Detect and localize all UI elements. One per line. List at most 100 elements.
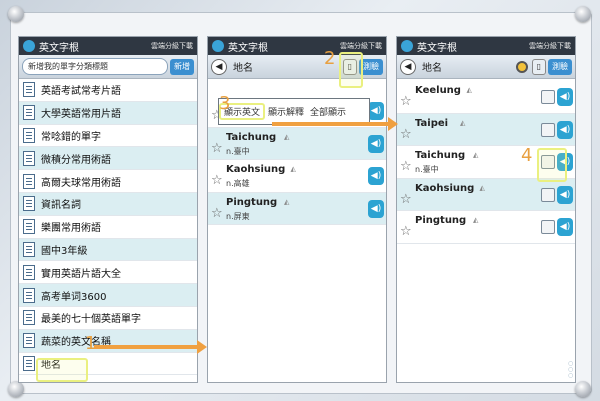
pin-icon [8, 381, 24, 397]
category-label: 最美的七十個英語單字 [41, 314, 141, 326]
star-icon[interactable]: ☆ [211, 142, 223, 155]
speaker-icon[interactable]: ◀) [368, 102, 384, 120]
document-icon [23, 333, 35, 349]
speaker-icon[interactable]: ◀) [557, 185, 573, 204]
app-titlebar: 英文字根 雲端分級下載 [397, 37, 575, 55]
flashcard-icon[interactable] [541, 122, 555, 137]
document-icon [23, 310, 35, 326]
word-row[interactable]: ☆ Kaohsiung ◭ ◀) [397, 178, 575, 211]
star-icon[interactable]: ☆ [211, 174, 223, 187]
speaker-icon[interactable]: ◀) [368, 167, 384, 185]
document-icon [23, 264, 35, 280]
star-icon[interactable]: ☆ [400, 193, 412, 206]
app-icon [212, 40, 224, 52]
back-icon[interactable]: ◀ [211, 58, 227, 75]
word-row[interactable]: ☆ Kaohsiung n.高雄 ◭ ◀) [208, 160, 386, 193]
document-icon [23, 82, 35, 98]
document-icon [23, 241, 35, 257]
category-item[interactable]: 蔬菜的英文名稱 [19, 329, 197, 353]
word-english: Pingtung [226, 196, 278, 208]
category-toolbar: 新增我的單字分類標題 新增 [19, 55, 197, 79]
word-english: Taichung [415, 150, 466, 161]
menu-show-all[interactable]: 全部顯示 [307, 105, 349, 118]
category-label: 樂團常用術語 [41, 223, 101, 235]
menu-show-definition[interactable]: 顯示解釋 [265, 105, 307, 118]
display-mode-menu: 顯示英文 顯示解釋 全部顯示 [218, 98, 370, 125]
word-row[interactable]: ☆ Taipei ◭ ◀) [397, 113, 575, 146]
category-label: 實用英語片語大全 [41, 268, 121, 280]
back-icon[interactable]: ◀ [400, 58, 416, 75]
pronunciation-icon[interactable]: ◭ [284, 133, 289, 141]
speaker-icon[interactable]: ◀) [368, 199, 384, 218]
app-title: 英文字根 [417, 42, 457, 54]
pronunciation-icon[interactable]: ◭ [284, 198, 289, 206]
category-label: 高爾夫球常用術語 [41, 177, 121, 189]
star-icon[interactable]: ☆ [400, 225, 412, 238]
audio-mode-icon[interactable] [515, 60, 528, 73]
speaker-icon[interactable]: ◀) [368, 134, 384, 153]
speaker-icon[interactable]: ◀) [557, 120, 573, 139]
test-button[interactable]: 測驗 [548, 58, 572, 75]
category-item[interactable]: 高考单词3600 [19, 284, 197, 307]
flashcard-icon[interactable] [541, 90, 555, 104]
highlight-box [36, 358, 88, 382]
category-item[interactable]: 大學英語常用片語 [19, 101, 197, 125]
new-category-input[interactable]: 新增我的單字分類標題 [22, 58, 168, 75]
word-definition: n.屏東 [226, 211, 250, 221]
word-list-header: ◀ 地名 ▯ 測驗 [397, 55, 575, 79]
word-row[interactable]: ☆ Taichung n.臺中 ◭ ◀) [208, 127, 386, 160]
word-row[interactable]: ☆ Keelung ◭ ◀) [397, 81, 575, 114]
highlight-box [537, 148, 567, 182]
flashcard-icon[interactable] [541, 220, 555, 234]
word-list-screen: 英文字根 雲端分級下載 ◀ 地名 ▯ 測驗 ☆ Keelung ◭ ◀) ☆ Taipei… [396, 36, 576, 383]
category-item[interactable]: 國中3年級 [19, 238, 197, 262]
speaker-icon[interactable]: ◀) [557, 88, 573, 106]
category-item[interactable]: 樂團常用術語 [19, 216, 197, 239]
pronunciation-icon[interactable]: ◭ [473, 216, 478, 224]
flashcard-icon[interactable] [541, 187, 555, 202]
list-title: 地名 [422, 63, 442, 74]
category-label: 微積分常用術語 [41, 154, 111, 166]
category-label: 國中3年級 [41, 245, 88, 257]
star-icon[interactable]: ☆ [400, 128, 412, 141]
step-number: 2 [324, 48, 336, 69]
category-item[interactable]: 最美的七十個英語單字 [19, 307, 197, 330]
category-item[interactable]: 實用英語片語大全 [19, 261, 197, 285]
app-title: 英文字根 [39, 42, 79, 54]
app-icon [23, 40, 35, 52]
word-english: Pingtung [415, 215, 467, 226]
star-icon[interactable]: ☆ [211, 207, 223, 220]
download-link[interactable]: 雲端分級下載 [151, 41, 193, 51]
pin-icon [575, 6, 591, 22]
document-icon [23, 105, 35, 121]
highlight-box [339, 52, 363, 88]
word-row[interactable]: ☆ Pingtung n.屏東 ◭ ◀) [208, 192, 386, 225]
speaker-icon[interactable]: ◀) [557, 218, 573, 236]
pronunciation-icon[interactable]: ◭ [291, 165, 296, 173]
word-row[interactable]: ☆ Pingtung ◭ ◀) [397, 211, 575, 244]
category-item[interactable]: 常唸錯的單字 [19, 125, 197, 148]
document-icon [23, 355, 35, 371]
category-item[interactable]: 微積分常用術語 [19, 147, 197, 171]
category-list: 英語考試常考片語 大學英語常用片語 常唸錯的單字微積分常用術語 高爾夫球常用術語資訊名… [19, 79, 197, 376]
word-english: Keelung [415, 85, 461, 96]
category-item[interactable]: 英語考試常考片語 [19, 79, 197, 102]
star-icon[interactable]: ☆ [400, 160, 412, 173]
star-icon[interactable]: ☆ [400, 95, 412, 108]
pronunciation-icon[interactable]: ◭ [460, 119, 465, 127]
word-english: Kaohsiung [226, 164, 286, 175]
download-link[interactable]: 雲端分級下載 [340, 41, 382, 51]
pronunciation-icon[interactable]: ◭ [473, 151, 478, 159]
document-icon [23, 127, 35, 143]
display-mode-button[interactable]: ▯ [531, 58, 546, 75]
pronunciation-icon[interactable]: ◭ [467, 86, 472, 94]
category-item[interactable]: 高爾夫球常用術語 [19, 170, 197, 193]
download-link[interactable]: 雲端分級下載 [529, 41, 571, 51]
add-category-button[interactable]: 新增 [170, 58, 194, 75]
category-label: 高考单词3600 [41, 291, 107, 303]
document-icon [23, 196, 35, 212]
category-item[interactable]: 資訊名詞 [19, 192, 197, 216]
pronunciation-icon[interactable]: ◭ [480, 184, 485, 192]
word-list-screen-menu: 英文字根 雲端分級下載 ◀ 地名 ▯ 測驗 ☆n.臺北◀)☆Taichungn.… [207, 36, 387, 383]
scroll-indicator: ○ ○ ○ [568, 360, 574, 379]
